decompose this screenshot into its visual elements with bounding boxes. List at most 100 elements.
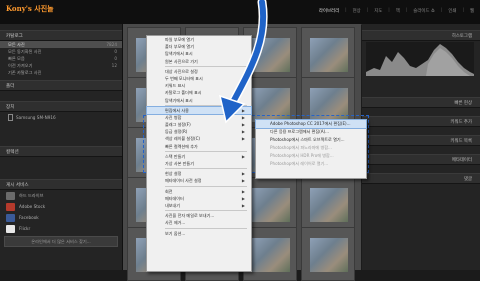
menu-item-label: 카탈로그 폴더에 표시 [165,90,202,96]
menu-separator [165,227,247,229]
catalog-item-label: 빠른 모음 [8,55,25,61]
catalog-item-all[interactable]: 모든 사진 7824 [0,41,122,48]
catalog-item-count: 12 [111,63,117,68]
module-develop[interactable]: 현상 [353,8,361,14]
publish-item-label: 하드 드라이브 [19,192,44,198]
module-print[interactable]: 인쇄 [448,8,456,14]
menu-item[interactable]: 탐색기에서 표시 [147,50,251,57]
submenu-item[interactable]: Photoshop에서 레이어로 열기... [256,160,366,168]
publish-item-facebook[interactable]: Facebook [0,212,122,223]
menu-item[interactable]: 내보내기 ▶ [147,202,251,209]
keyword-list-panel-header[interactable]: 키워드 목록 [362,135,480,146]
submenu-item[interactable]: Photoshop에서 파노라마에 병합... [256,144,366,152]
folders-panel-header[interactable]: 폴더 [0,80,122,91]
menu-item-label: 빠른 컬렉션에 추가 [165,143,198,149]
submenu-arrow-icon: ▶ [241,153,245,159]
menu-item-label: 대상 사진으로 설정 [165,68,198,74]
menu-item[interactable]: 편집에서 사용 ▶ [146,105,252,115]
menu-item[interactable]: 파일 부모에 열기 [147,36,251,43]
menu-item-label: 사진 제거... [165,220,186,226]
submenu-item[interactable]: 다른 응용 프로그램에서 편집(A)... [256,128,366,136]
publish-item-adobe-stock[interactable]: Adobe Stock [0,201,122,212]
publish-item-hard-drive[interactable]: 하드 드라이브 [0,190,122,201]
catalog-item-synced[interactable]: 모든 동기화된 사진 0 [0,48,122,55]
menu-separator [165,168,247,170]
find-more-services-button[interactable]: 온라인에서 더 많은 서비스 찾기... [4,236,118,247]
submenu-item[interactable]: Photoshop에서 HDR Pro에 병합... [256,152,366,160]
menu-item[interactable]: 회전 ▶ [147,188,251,195]
module-web[interactable]: 웹 [470,8,474,14]
menu-item[interactable]: 카탈로그 폴더에 표시 [147,89,251,96]
device-item[interactable]: Samsung SM-N916 [0,112,122,122]
menu-item[interactable]: 원본 사진으로 가기 [147,58,251,65]
catalog-panel-header[interactable]: 카탈로그 [0,30,122,41]
menu-item[interactable]: 스택 만들기 ▶ [147,153,251,160]
collections-panel-header[interactable]: 컬렉션 [0,146,122,157]
menu-item[interactable]: 메타데이터 사전 설정 ▶ [147,177,251,184]
module-slideshow[interactable]: 슬라이드 쇼 [413,8,435,14]
menu-item[interactable]: 폴더 부모에 열기 [147,43,251,50]
module-library[interactable]: 라이브러리 [319,8,339,14]
submenu-arrow-icon: ▶ [241,178,245,184]
module-separator: | [440,8,443,13]
folders-panel-body [0,91,122,101]
edit-in-submenu: Adobe Photoshop CC 2017에서 편집(E)... 다른 응용 … [255,119,367,179]
catalog-item-label: 기존 카탈로그 사진 [8,69,42,75]
menu-item-label: 플래그 설정(F) [165,122,191,128]
publish-panel-header[interactable]: 게시 서비스 [0,179,122,190]
menu-item[interactable]: 등급 설정(R) ▶ [147,128,251,135]
publish-item-flickr[interactable]: Flickr [0,223,122,234]
module-book[interactable]: 책 [396,8,400,14]
menu-item[interactable]: 사진을 전자 메일로 보내기... [147,212,251,219]
submenu-arrow-icon: ▶ [241,195,245,201]
menu-item[interactable]: 키워드 표시 [147,82,251,89]
menu-item[interactable]: 빠른 컬렉션에 추가 [147,143,251,150]
menu-item-label: 탐색기에서 표시 [165,97,193,103]
module-map[interactable]: 지도 [374,8,382,14]
grid-cell[interactable] [301,27,355,81]
catalog-item-previous[interactable]: 이전 가져오기 12 [0,62,122,69]
publish-item-label: Flickr [19,226,31,231]
menu-item[interactable]: 사진 제거... [147,219,251,226]
menu-item-label: 원본 사진으로 가기 [165,58,198,64]
left-panel: 카탈로그 모든 사진 7824 모든 동기화된 사진 0 빠른 모음 0 이전 가져오… [0,24,123,270]
histogram-panel-header[interactable]: 히스토그램 [362,30,480,41]
menu-item[interactable]: 대상 사진으로 설정 [147,68,251,75]
grid-cell[interactable] [301,177,355,231]
submenu-arrow-icon: ▶ [241,202,245,208]
catalog-item-count: 0 [114,49,117,54]
menu-item-label: 폴더 부모에 열기 [165,44,194,50]
catalog-item-count: 7824 [106,42,117,47]
menu-item[interactable]: 플래그 설정(F) ▶ [147,121,251,128]
thumbnail-image [252,38,290,72]
menu-item-label: 사진을 전자 메일로 보내기... [165,213,215,219]
menu-item[interactable]: 현상 설정 ▶ [147,170,251,177]
menu-item[interactable]: 탐색기에서 표시 [147,97,251,104]
menu-separator [165,185,247,187]
grid-cell[interactable] [301,227,355,281]
facebook-icon [6,213,15,222]
menu-item[interactable]: 가상 사본 만들기 [147,160,251,167]
collections-panel-body [0,157,122,179]
catalog-item-quick[interactable]: 빠른 모음 0 [0,55,122,62]
submenu-arrow-icon: ▶ [241,129,245,135]
thumbnail-image [310,188,348,222]
menu-item[interactable]: 사진 병합 ▶ [147,114,251,121]
device-panel-header[interactable]: 장치 [0,101,122,112]
context-menu: 파일 부모에 열기 폴더 부모에 열기 탐색기에서 표시 원본 사진으로 가기 대상 사… [146,35,252,272]
submenu-item[interactable]: Photoshop에서 스마트 오브젝트로 열기... [256,136,366,144]
comments-panel-header[interactable]: 댓글 [362,173,480,184]
hard-drive-icon [6,191,15,200]
top-bar: Kony's 사진놀 라이브러리 | 현상 | 지도 | 책 | 슬라이드 쇼 | 인쇄 |… [0,0,480,25]
menu-item[interactable]: 두 번째 모니터에 표시 [147,75,251,82]
quick-develop-panel-header[interactable]: 빠른 현상 [362,97,480,108]
menu-item[interactable]: 보기 옵션... [147,230,251,237]
keywording-panel-header[interactable]: 키워드 추가 [362,116,480,127]
submenu-arrow-icon: ▶ [241,114,245,120]
submenu-item[interactable]: Adobe Photoshop CC 2017에서 편집(E)... [255,119,367,129]
catalog-item-label: 모든 사진 [8,41,25,47]
menu-item[interactable]: 메타데이터 ▶ [147,195,251,202]
metadata-panel-header[interactable]: 메타데이터 [362,154,480,165]
catalog-item-existing[interactable]: 기존 카탈로그 사진 [0,69,122,76]
menu-item[interactable]: 색상 레이블 설정(C) ▶ [147,135,251,142]
